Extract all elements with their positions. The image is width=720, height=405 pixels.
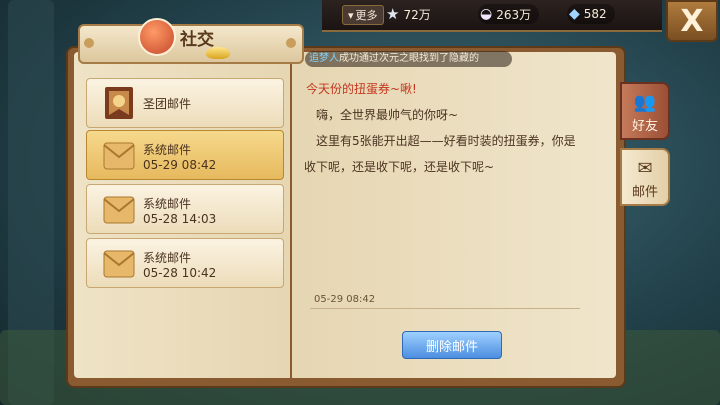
mail-title: 系统邮件 bbox=[143, 251, 192, 265]
tab-mail[interactable]: ✉ 邮件 bbox=[620, 148, 670, 206]
mail-item-guild[interactable]: 圣团邮件 bbox=[86, 78, 284, 128]
mail-content-page bbox=[292, 52, 616, 378]
more-button[interactable]: ▾ 更多 bbox=[342, 5, 384, 25]
divider bbox=[310, 308, 580, 309]
mail-date: 05-28 14:03 bbox=[143, 212, 217, 226]
mail-item-system[interactable]: 系统邮件 05-28 14:03 bbox=[86, 184, 284, 234]
message-title: 今天份的扭蛋券~啾! bbox=[306, 82, 417, 96]
page-title: 社交 bbox=[180, 30, 214, 50]
message-body: 嗨，全世界最帅气的你呀~ 这里有5张能开出超——好看时装的扭蛋券，你是 收下呢，… bbox=[304, 102, 606, 180]
mail-item-system-selected[interactable]: 系统邮件 05-29 08:42 bbox=[86, 130, 284, 180]
chevron-down-icon: ▾ bbox=[348, 8, 354, 22]
banner-knot-left bbox=[84, 38, 94, 48]
star-icon: ★ bbox=[386, 5, 400, 23]
message-date: 05-29 08:42 bbox=[314, 294, 376, 305]
mail-title: 系统邮件 bbox=[143, 197, 192, 211]
resource-shell-value: 263万 bbox=[496, 7, 532, 22]
shell-icon: ◒ bbox=[480, 6, 493, 22]
envelope-icon bbox=[103, 196, 135, 224]
close-button[interactable]: X bbox=[666, 0, 718, 42]
resource-shell-pill: ◒ 263万 bbox=[478, 4, 540, 24]
marquee-player-name: 追梦人 bbox=[309, 53, 339, 64]
mail-date: 05-28 10:42 bbox=[143, 266, 217, 280]
resource-star: ★ 72万 bbox=[386, 4, 431, 24]
resource-gem: ◆ 582 bbox=[567, 4, 615, 24]
message-line: 这里有5张能开出超——好看时装的扭蛋券，你是 bbox=[316, 134, 576, 148]
mail-item-system[interactable]: 系统邮件 05-28 10:42 bbox=[86, 238, 284, 288]
delete-mail-button[interactable]: 删除邮件 bbox=[402, 331, 502, 359]
announcement-marquee: 追梦人成功通过次元之眼找到了隐藏的 bbox=[305, 51, 512, 67]
close-icon: X bbox=[680, 3, 704, 39]
mail-title: 圣团邮件 bbox=[143, 97, 192, 111]
message-line: 收下呢，还是收下呢，还是收下呢~ bbox=[304, 160, 495, 174]
banner-knot-right bbox=[286, 38, 296, 48]
mail-icon: ✉ bbox=[637, 158, 653, 179]
social-icon bbox=[138, 18, 176, 56]
envelope-icon bbox=[103, 250, 135, 278]
resource-star-value: 72万 bbox=[403, 7, 431, 22]
message-line: 嗨，全世界最帅气的你呀~ bbox=[316, 108, 459, 122]
resource-gem-pill: ◆ 582 bbox=[567, 4, 615, 24]
guild-crest-icon bbox=[105, 87, 133, 119]
tab-mail-label: 邮件 bbox=[631, 185, 658, 200]
resource-bar: ▾ 更多 ★ 72万 ◒ 263万 ◆ 582 bbox=[322, 0, 662, 32]
friends-icon: 👥 bbox=[633, 92, 657, 113]
envelope-icon bbox=[103, 142, 135, 170]
tab-friends-label: 好友 bbox=[631, 119, 658, 134]
gem-icon: ◆ bbox=[569, 6, 580, 22]
lamp-icon bbox=[206, 47, 230, 59]
resource-gem-value: 582 bbox=[583, 7, 607, 21]
marquee-text: 成功通过次元之眼找到了隐藏的 bbox=[339, 53, 479, 64]
mail-date: 05-29 08:42 bbox=[143, 158, 217, 172]
tab-friends[interactable]: 👥 好友 bbox=[620, 82, 670, 140]
resource-shell: ◒ 263万 bbox=[478, 4, 540, 24]
more-label: 更多 bbox=[355, 9, 378, 22]
mail-title: 系统邮件 bbox=[143, 143, 192, 157]
